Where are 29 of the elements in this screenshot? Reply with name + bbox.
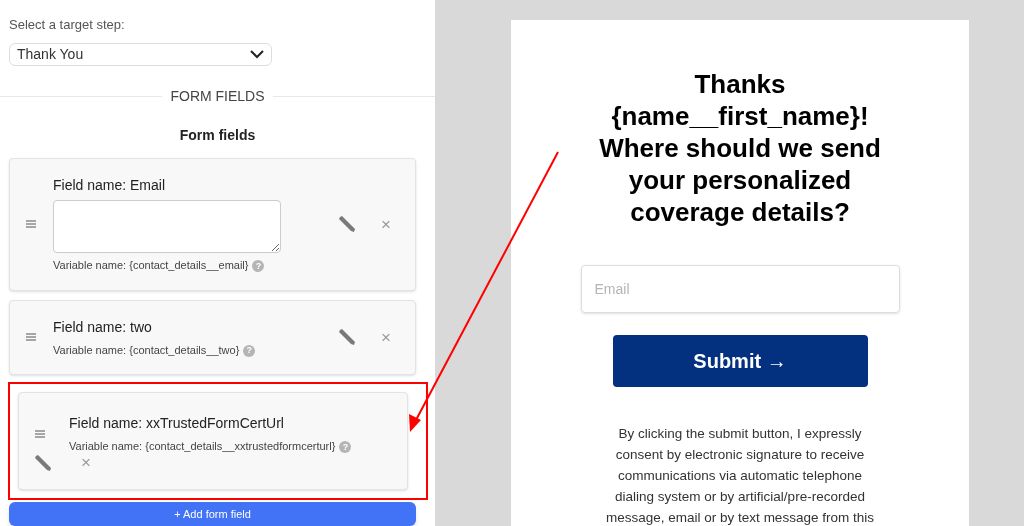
variable-name: Variable name: {contact_details__two} [53,343,240,356]
text-area[interactable] [53,200,281,254]
email-field[interactable]: Email [580,265,900,313]
variable-name: Variable name: {contact_details__email} [53,259,249,272]
help-icon[interactable]: ? [339,441,352,454]
consent-text: By clicking the submit button, I expressly consent by electronic signature to receive communications via automatic telephone dialing system or by artificial/pre-recorded message, email or by text message from this [606,425,874,526]
drag-handle-icon[interactable] [26,333,36,342]
field-name: Field name: two [53,317,153,337]
variable-name: Variable name: {contact_details__xxtrustedformcerturl} [69,440,336,453]
step-select[interactable]: Thank You [9,42,272,67]
close-button[interactable]: × [77,454,95,472]
submit-button[interactable]: Submit → [612,335,868,387]
chevron-down-icon [250,50,264,60]
pencil-icon[interactable] [337,214,358,235]
drag-handle-icon[interactable] [26,220,36,229]
help-icon[interactable]: ? [252,260,265,273]
pencil-icon[interactable] [337,327,358,348]
select-label: Select a target step: [9,16,126,35]
field-name: Field name: Email [53,176,167,196]
field-name: Field name: xxTrustedFormCertUrl [69,414,285,434]
drag-handle-icon[interactable] [35,429,45,438]
section-title: FORM FIELDS [169,87,266,107]
pencil-icon[interactable] [33,452,53,473]
preview-heading: Thanks {name__first_name}! Where should we send your personalized coverage details? [599,68,881,228]
close-button[interactable]: × [377,215,395,233]
help-icon[interactable]: ? [243,344,256,357]
list-title: Form fields [178,126,257,146]
close-button[interactable]: × [377,328,395,346]
add-field-button[interactable]: + Add form field [9,501,416,526]
